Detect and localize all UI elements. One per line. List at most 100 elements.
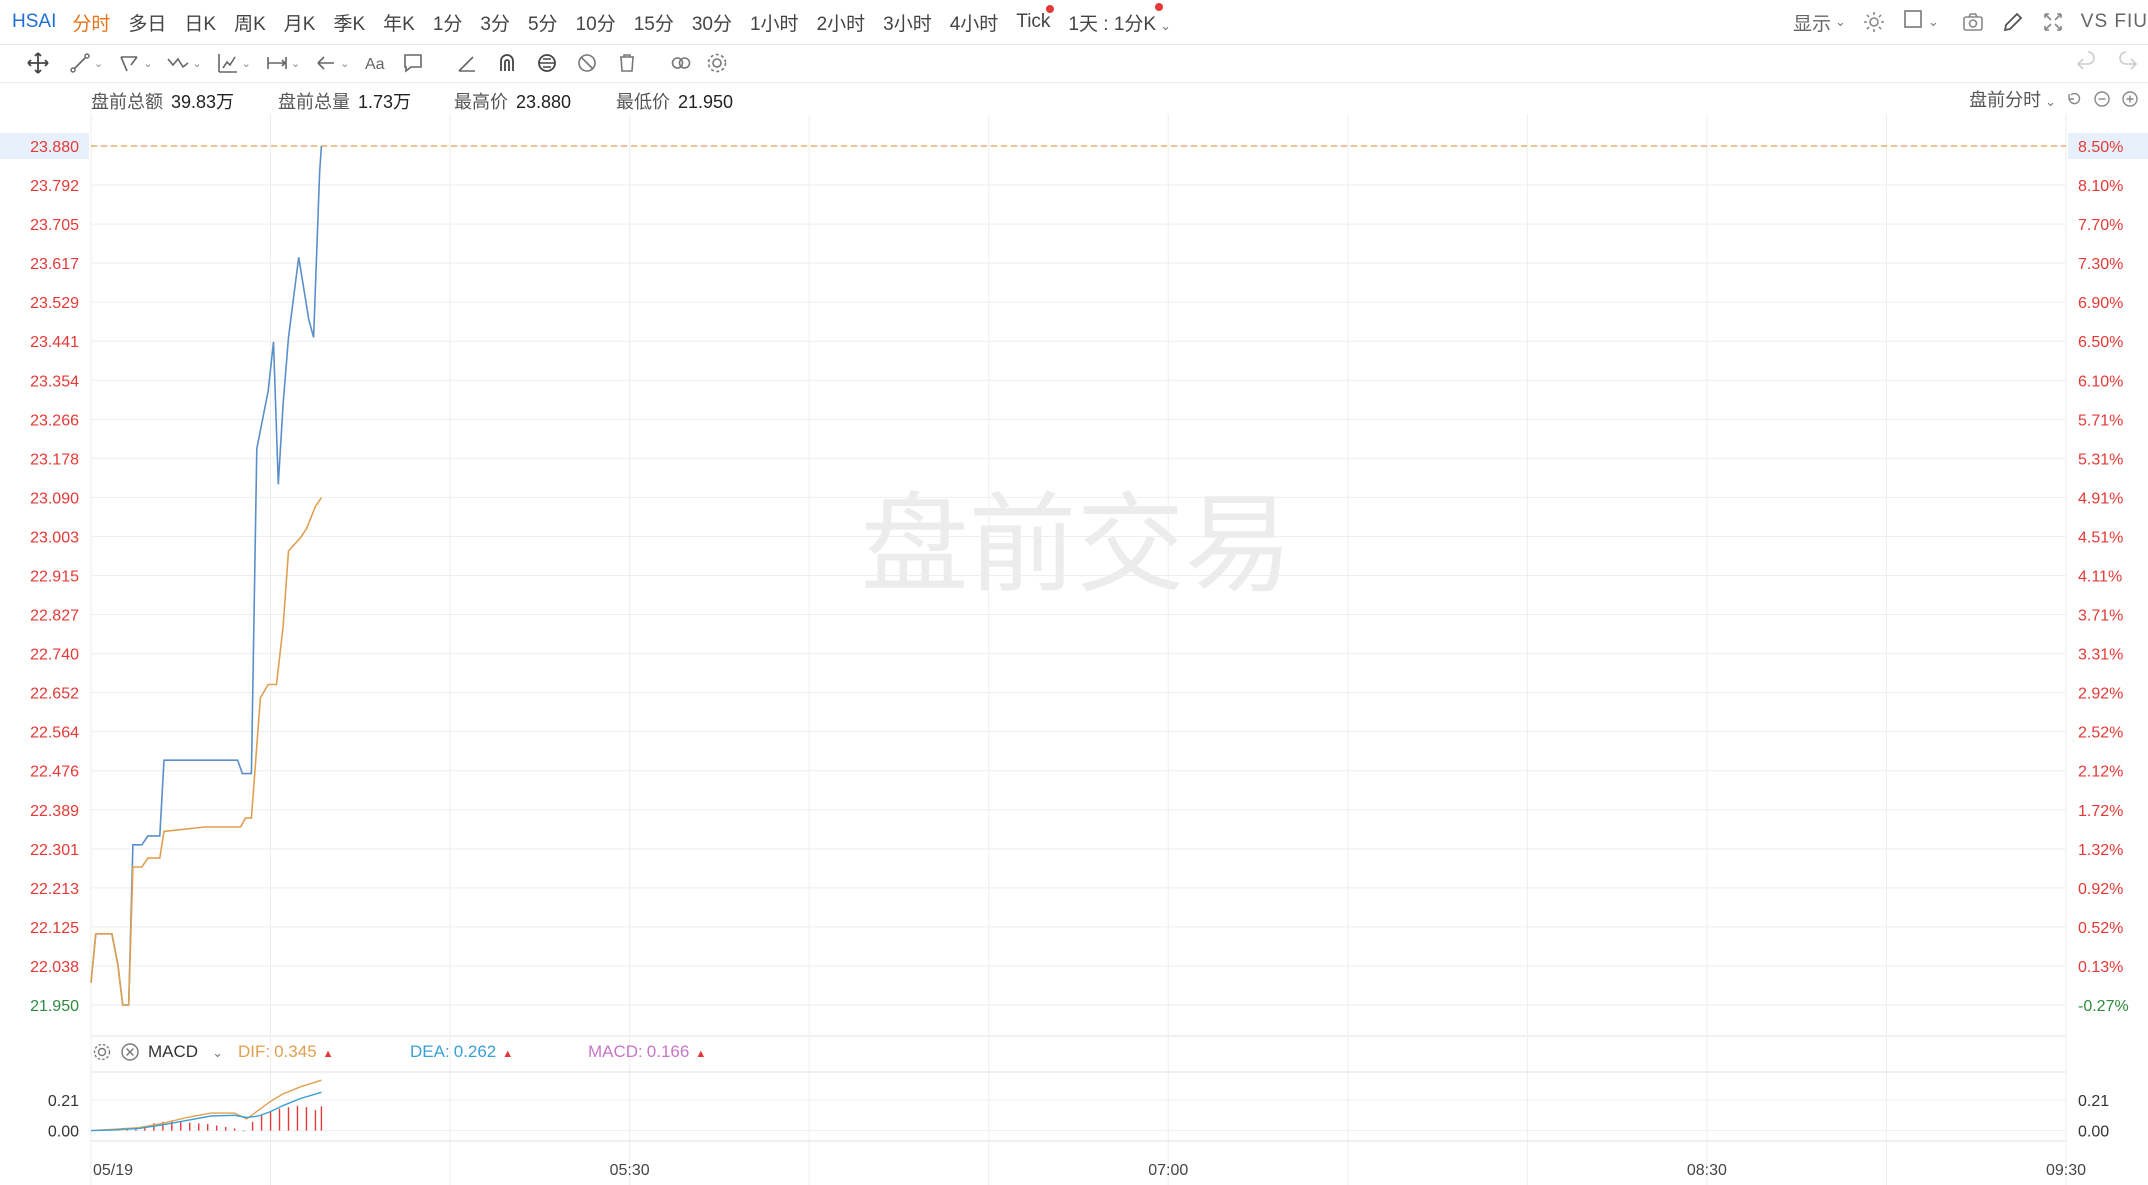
redo-icon[interactable] (2116, 51, 2140, 75)
new-dot (1154, 2, 1163, 11)
period-tab[interactable]: 年K (383, 9, 415, 36)
fork-icon[interactable]: ⌄ (117, 51, 152, 75)
price-tick-label: 23.617 (30, 256, 79, 273)
zoom-out-icon[interactable] (2092, 89, 2112, 109)
turnover-stat: 盘前总额 39.83万 (91, 88, 234, 114)
percent-tick-label: 5.71% (2078, 412, 2123, 429)
period-tabs: 分时 多日 日K 周K 月K 季K 年K 1分 3分 5分 10分 15分 30分 1小时 2小时 3小时 4小… (72, 5, 1068, 36)
camera-icon[interactable] (1961, 10, 1985, 34)
up-triangle-icon: ▲ (322, 1048, 334, 1060)
price-tick-label: 23.266 (30, 412, 79, 429)
volume-stat: 盘前总量 1.73万 (278, 88, 411, 114)
layout-dropdown[interactable]: ⌄ (1902, 8, 1939, 36)
period-tab[interactable]: 4小时 (950, 9, 999, 36)
period-tab[interactable]: 10分 (576, 9, 616, 36)
wave-icon[interactable]: ⌄ (166, 51, 202, 75)
period-tab[interactable]: 日K (184, 9, 216, 36)
reset-icon[interactable] (2064, 89, 2084, 109)
turnover-value: 39.83万 (171, 92, 235, 112)
period-tab[interactable]: 15分 (634, 9, 674, 36)
settings-icon[interactable] (92, 1042, 112, 1062)
session-controls: 盘前分时 ⌄ (1969, 86, 2140, 112)
intraday-chart[interactable]: 盘前交易 23.880 8.50% 23.792 8.10% 23.705 7.70% 23.… (0, 114, 2148, 1185)
undo-icon[interactable] (2074, 51, 2098, 75)
move-icon[interactable] (26, 51, 50, 75)
macd-tick-label: 0.00 (2078, 1124, 2109, 1141)
high-value: 23.880 (516, 92, 572, 112)
chevron-down-icon: ⌄ (143, 57, 153, 70)
period-tab[interactable]: 分时 (72, 9, 110, 36)
period-tab[interactable]: 3小时 (883, 9, 932, 36)
macd-header: MACD ⌄ DIF: 0.345 ▲ DEA: 0.262 ▲ MACD: 0.166 ▲ (0, 1038, 2148, 1068)
period-tab[interactable]: 1小时 (750, 9, 799, 36)
price-tick-label: 23.792 (30, 178, 79, 195)
percent-tick-label: 7.70% (2078, 217, 2123, 234)
low-label: 最低价 (616, 92, 670, 112)
percent-tick-label: -0.27% (2078, 998, 2129, 1015)
period-tab[interactable]: 3分 (480, 9, 510, 36)
period-tab[interactable]: 月K (284, 9, 316, 36)
lock-icon[interactable] (535, 51, 559, 75)
display-label: 显示 (1792, 13, 1831, 35)
macd-readout: MACD: 0.166 ▲ (588, 1042, 706, 1062)
display-dropdown[interactable]: 显示 ⌄ (1793, 9, 1846, 36)
trash-icon[interactable] (615, 51, 639, 75)
close-icon[interactable] (120, 1042, 140, 1062)
dea-label: DEA: (410, 1042, 450, 1061)
period-tab[interactable]: 30分 (692, 9, 732, 36)
session-dropdown[interactable]: 盘前分时 ⌄ (1969, 86, 2056, 112)
combo-period-dropdown[interactable]: 1天 : 1分K ⌄ (1068, 2, 1171, 36)
price-tick-label: 23.178 (30, 451, 79, 468)
measure-icon[interactable]: ⌄ (216, 51, 251, 75)
time-axis-label: 05/19 (93, 1162, 133, 1179)
chevron-down-icon: ⌄ (212, 1045, 223, 1060)
turnover-label: 盘前总额 (91, 92, 163, 112)
compare-button[interactable]: VS FIU (2081, 11, 2148, 33)
settings-icon[interactable] (705, 51, 729, 75)
chart-canvas[interactable]: 盘前交易 23.880 8.50% 23.792 8.10% 23.705 7.70% 23.… (0, 114, 2148, 1185)
angle-icon[interactable] (455, 51, 479, 75)
percent-tick-label: 3.31% (2078, 647, 2123, 664)
percent-tick-label: 1.32% (2078, 842, 2123, 859)
price-tick-label: 22.740 (30, 647, 79, 664)
macd-label: MACD: (588, 1042, 643, 1061)
macd-tick-label: 0.21 (48, 1093, 79, 1110)
macd-tick-label: 0.00 (48, 1124, 79, 1141)
up-triangle-icon: ▲ (695, 1048, 707, 1060)
range-icon[interactable]: ⌄ (265, 51, 300, 75)
settings-icon[interactable] (1862, 10, 1886, 34)
percent-tick-label: 4.51% (2078, 529, 2123, 546)
line-icon[interactable]: ⌄ (68, 51, 103, 75)
chevron-down-icon: ⌄ (94, 57, 104, 70)
text-icon[interactable]: Aa (363, 51, 387, 75)
zoom-in-icon[interactable] (2120, 89, 2140, 109)
fullscreen-icon[interactable] (2041, 10, 2065, 34)
pencil-icon[interactable] (2001, 10, 2025, 34)
average-price-line (90, 497, 323, 1006)
indicator-name: MACD (148, 1042, 199, 1061)
period-tab[interactable]: 季K (333, 9, 365, 36)
low-stat: 最低价 21.950 (616, 88, 733, 114)
period-tab[interactable]: 2小时 (817, 9, 866, 36)
period-tab[interactable]: 周K (234, 9, 266, 36)
macd-value: 0.166 (646, 1042, 690, 1061)
period-tab[interactable]: 1分 (433, 9, 463, 36)
arrow-left-icon[interactable]: ⌄ (314, 51, 349, 75)
period-tab[interactable]: 5分 (528, 9, 558, 36)
link-icon[interactable] (669, 51, 693, 75)
percent-tick-label: 4.91% (2078, 490, 2123, 507)
chevron-down-icon: ⌄ (241, 57, 251, 70)
indicator-dropdown[interactable]: MACD ⌄ (148, 1042, 223, 1062)
drawing-toolbar: ⌄ ⌄ ⌄ ⌄ ⌄ ⌄ Aa (0, 44, 2148, 83)
symbol-label[interactable]: HSAI (12, 11, 56, 33)
new-dot (1046, 5, 1055, 13)
period-tab[interactable]: Tick (1016, 5, 1055, 33)
session-label: 盘前分时 (1969, 90, 2042, 110)
magnet-icon[interactable] (495, 51, 519, 75)
hide-icon[interactable] (575, 51, 599, 75)
percent-tick-label: 7.30% (2078, 256, 2123, 273)
period-tab[interactable]: 多日 (128, 9, 166, 36)
price-tick-label: 23.529 (30, 295, 79, 312)
comment-icon[interactable] (401, 51, 425, 75)
price-tick-label: 22.213 (30, 881, 79, 898)
